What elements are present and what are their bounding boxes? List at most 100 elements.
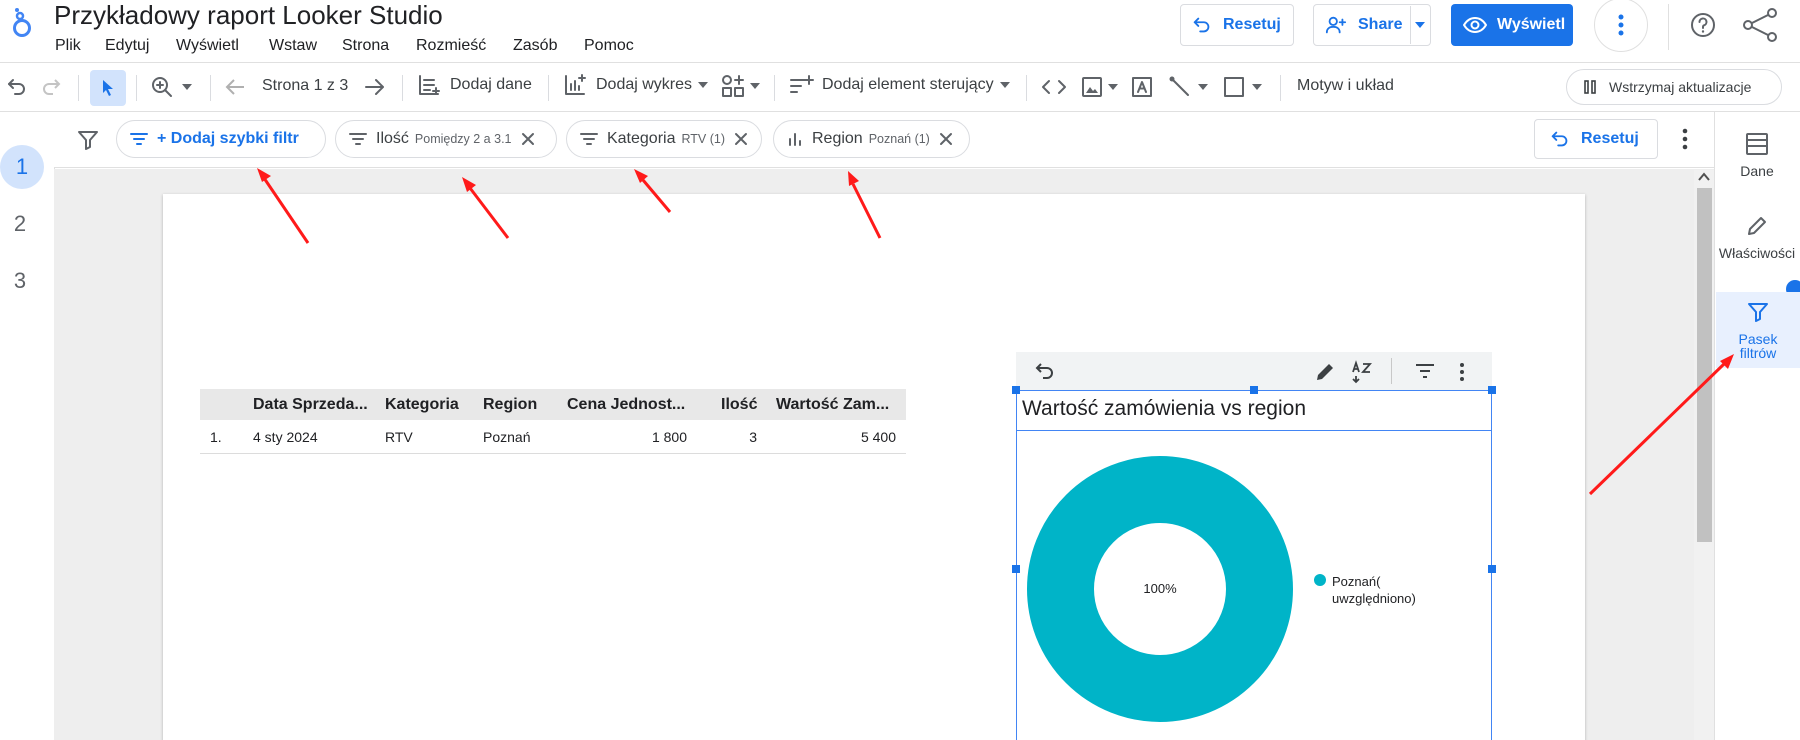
filter-bar-more-button[interactable]: [1682, 128, 1688, 150]
chart-undo-button[interactable]: [1032, 360, 1056, 382]
chart-sort-button[interactable]: [1350, 360, 1374, 384]
pause-icon: [1584, 80, 1596, 94]
add-control-button[interactable]: Dodaj element sterujący: [788, 73, 1012, 97]
header-reset-button[interactable]: Resetuj: [1180, 4, 1294, 46]
funnel-icon: [78, 131, 98, 150]
filter-chip-category[interactable]: Kategoria RTV (1): [566, 120, 762, 158]
code-icon: [1042, 80, 1066, 94]
text-box-button[interactable]: [1130, 75, 1154, 99]
view-button[interactable]: Wyświetl: [1451, 4, 1573, 46]
table-cell: RTV: [385, 429, 413, 445]
chart-title[interactable]: Wartość zamówienia vs region: [1022, 397, 1306, 421]
menu-file[interactable]: Plik: [55, 37, 81, 55]
panel-properties-tab[interactable]: Właściwości: [1714, 214, 1800, 260]
page-1-button[interactable]: 1: [0, 145, 44, 189]
pause-updates-button[interactable]: Wstrzymaj aktualizacje: [1566, 69, 1782, 105]
header-reset-label: Resetuj: [1223, 16, 1281, 33]
close-icon[interactable]: [733, 131, 749, 147]
panel-filter-bar-tab[interactable]: Pasek filtrów: [1716, 292, 1800, 368]
menu-edit[interactable]: Edytuj: [105, 37, 149, 55]
add-component-button[interactable]: [720, 73, 762, 99]
right-panel: [1714, 112, 1800, 740]
legend-swatch: [1314, 574, 1326, 586]
caret-down-icon: [1415, 22, 1425, 28]
add-data-label: Dodaj dane: [450, 76, 532, 93]
looker-logo[interactable]: [8, 6, 40, 40]
page-indicator: Strona 1 z 3: [262, 77, 349, 94]
redo-button[interactable]: [40, 76, 64, 98]
add-chart-icon: [565, 74, 586, 95]
embed-code-button[interactable]: [1040, 76, 1068, 98]
add-person-icon: [1325, 16, 1347, 34]
control-icon: [790, 75, 814, 93]
more-vert-icon: [1460, 363, 1464, 381]
add-quick-filter-button[interactable]: + Dodaj szybki filtr: [116, 120, 326, 158]
page-3-button[interactable]: 3: [0, 268, 40, 294]
add-control-label: Dodaj element sterujący: [822, 76, 994, 93]
add-chart-button[interactable]: Dodaj wykres: [562, 72, 710, 98]
close-icon[interactable]: [520, 131, 536, 147]
table-header-cell[interactable]: Kategoria: [385, 396, 459, 414]
menu-arrange[interactable]: Rozmieść: [416, 37, 486, 55]
scroll-up-arrow[interactable]: [1698, 172, 1710, 182]
filter-chip-region[interactable]: Region Poznań (1): [773, 120, 970, 158]
chart-filter-button[interactable]: [1414, 362, 1436, 380]
caret-down-icon: [698, 82, 709, 88]
share-network-icon: [1743, 8, 1777, 42]
panel-data-tab[interactable]: Dane: [1714, 130, 1800, 178]
legend-item[interactable]: Poznań( uwzględniono): [1314, 573, 1432, 607]
view-label: Wyświetl: [1497, 16, 1566, 33]
filter-list-icon: [1416, 364, 1434, 378]
share-dropdown-button[interactable]: [1412, 18, 1428, 32]
arrow-left-icon: [225, 79, 244, 95]
chart-edit-button[interactable]: [1314, 361, 1336, 383]
undo-button[interactable]: [4, 76, 28, 98]
filter-chip-quantity[interactable]: Ilość Pomiędzy 2 a 3.1: [335, 120, 557, 158]
image-button[interactable]: [1080, 75, 1120, 99]
theme-layout-button[interactable]: Motyw i układ: [1297, 77, 1394, 95]
zoom-button[interactable]: [150, 75, 194, 99]
table-header-cell[interactable]: Wartość Zam...: [776, 396, 889, 414]
undo-icon: [1035, 363, 1053, 379]
filter-reset-button[interactable]: Resetuj: [1534, 119, 1658, 159]
resize-handle[interactable]: [1012, 386, 1020, 394]
menu-view[interactable]: Wyświetl: [176, 37, 239, 55]
filter-bar-icon[interactable]: [76, 128, 100, 152]
line-button[interactable]: [1168, 75, 1210, 99]
next-page-button[interactable]: [362, 76, 386, 98]
page-2-button[interactable]: 2: [0, 211, 40, 237]
panel-properties-label: Właściwości: [1718, 245, 1796, 261]
add-data-button[interactable]: Dodaj dane: [416, 72, 532, 98]
redo-icon: [43, 79, 61, 95]
more-options-button[interactable]: [1594, 0, 1648, 52]
table-header-cell[interactable]: Cena Jednost...: [567, 396, 685, 414]
text-box-icon: [1132, 77, 1152, 97]
menu-insert[interactable]: Wstaw: [269, 37, 317, 55]
resize-handle[interactable]: [1250, 386, 1258, 394]
chart-more-button[interactable]: [1459, 362, 1465, 382]
scrollbar-thumb[interactable]: [1697, 188, 1712, 542]
table-header-cell[interactable]: Data Sprzeda...: [253, 396, 368, 414]
close-icon[interactable]: [938, 131, 954, 147]
table-header-cell[interactable]: Ilość: [721, 396, 757, 414]
menu-page[interactable]: Strona: [342, 37, 389, 55]
image-icon: [1082, 77, 1102, 97]
resize-handle[interactable]: [1488, 386, 1496, 394]
table-cell: 1 800: [651, 429, 687, 445]
filter-chip-detail: Pomiędzy 2 a 3.1: [414, 132, 512, 146]
filter-chip-detail: Poznań (1): [868, 132, 930, 146]
help-button[interactable]: [1690, 12, 1716, 38]
prev-page-button[interactable]: [224, 76, 248, 98]
pause-updates-label: Wstrzymaj aktualizacje: [1609, 79, 1752, 95]
database-icon: [1746, 133, 1768, 155]
table-header-cell[interactable]: Region: [483, 396, 537, 414]
menu-help[interactable]: Pomoc: [584, 37, 634, 55]
shape-button[interactable]: [1222, 75, 1264, 99]
table-row-divider: [200, 453, 906, 454]
report-title[interactable]: Przykładowy raport Looker Studio: [54, 0, 443, 31]
menu-resource[interactable]: Zasób: [513, 37, 557, 55]
select-tool-button[interactable]: [90, 70, 126, 106]
caret-down-icon: [999, 82, 1010, 88]
share-network-button[interactable]: [1742, 8, 1780, 42]
legend-label: Poznań( uwzględniono): [1332, 574, 1416, 606]
